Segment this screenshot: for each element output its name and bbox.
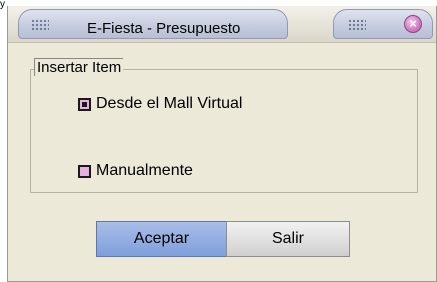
exit-button[interactable]: Salir (226, 221, 350, 257)
option-label: Manualmente (96, 162, 193, 179)
title-bar[interactable]: E-Fiesta - Presupuesto × (8, 6, 436, 43)
title-controls: × (333, 9, 433, 39)
option-mall-virtual[interactable]: Desde el Mall Virtual (78, 95, 242, 113)
radio-checked-icon[interactable] (78, 97, 91, 111)
window-title: E-Fiesta - Presupuesto (87, 20, 241, 37)
grip-icon (348, 19, 366, 31)
option-manual[interactable]: Manualmente (78, 162, 193, 180)
radio-unchecked-icon[interactable] (78, 164, 91, 178)
grip-icon (31, 19, 49, 31)
title-tab[interactable]: E-Fiesta - Presupuesto (18, 9, 288, 39)
accept-button[interactable]: Aceptar (96, 221, 226, 257)
groupbox-label: Insertar Item (34, 58, 124, 76)
option-label: Desde el Mall Virtual (96, 95, 243, 112)
close-icon[interactable]: × (404, 15, 422, 33)
